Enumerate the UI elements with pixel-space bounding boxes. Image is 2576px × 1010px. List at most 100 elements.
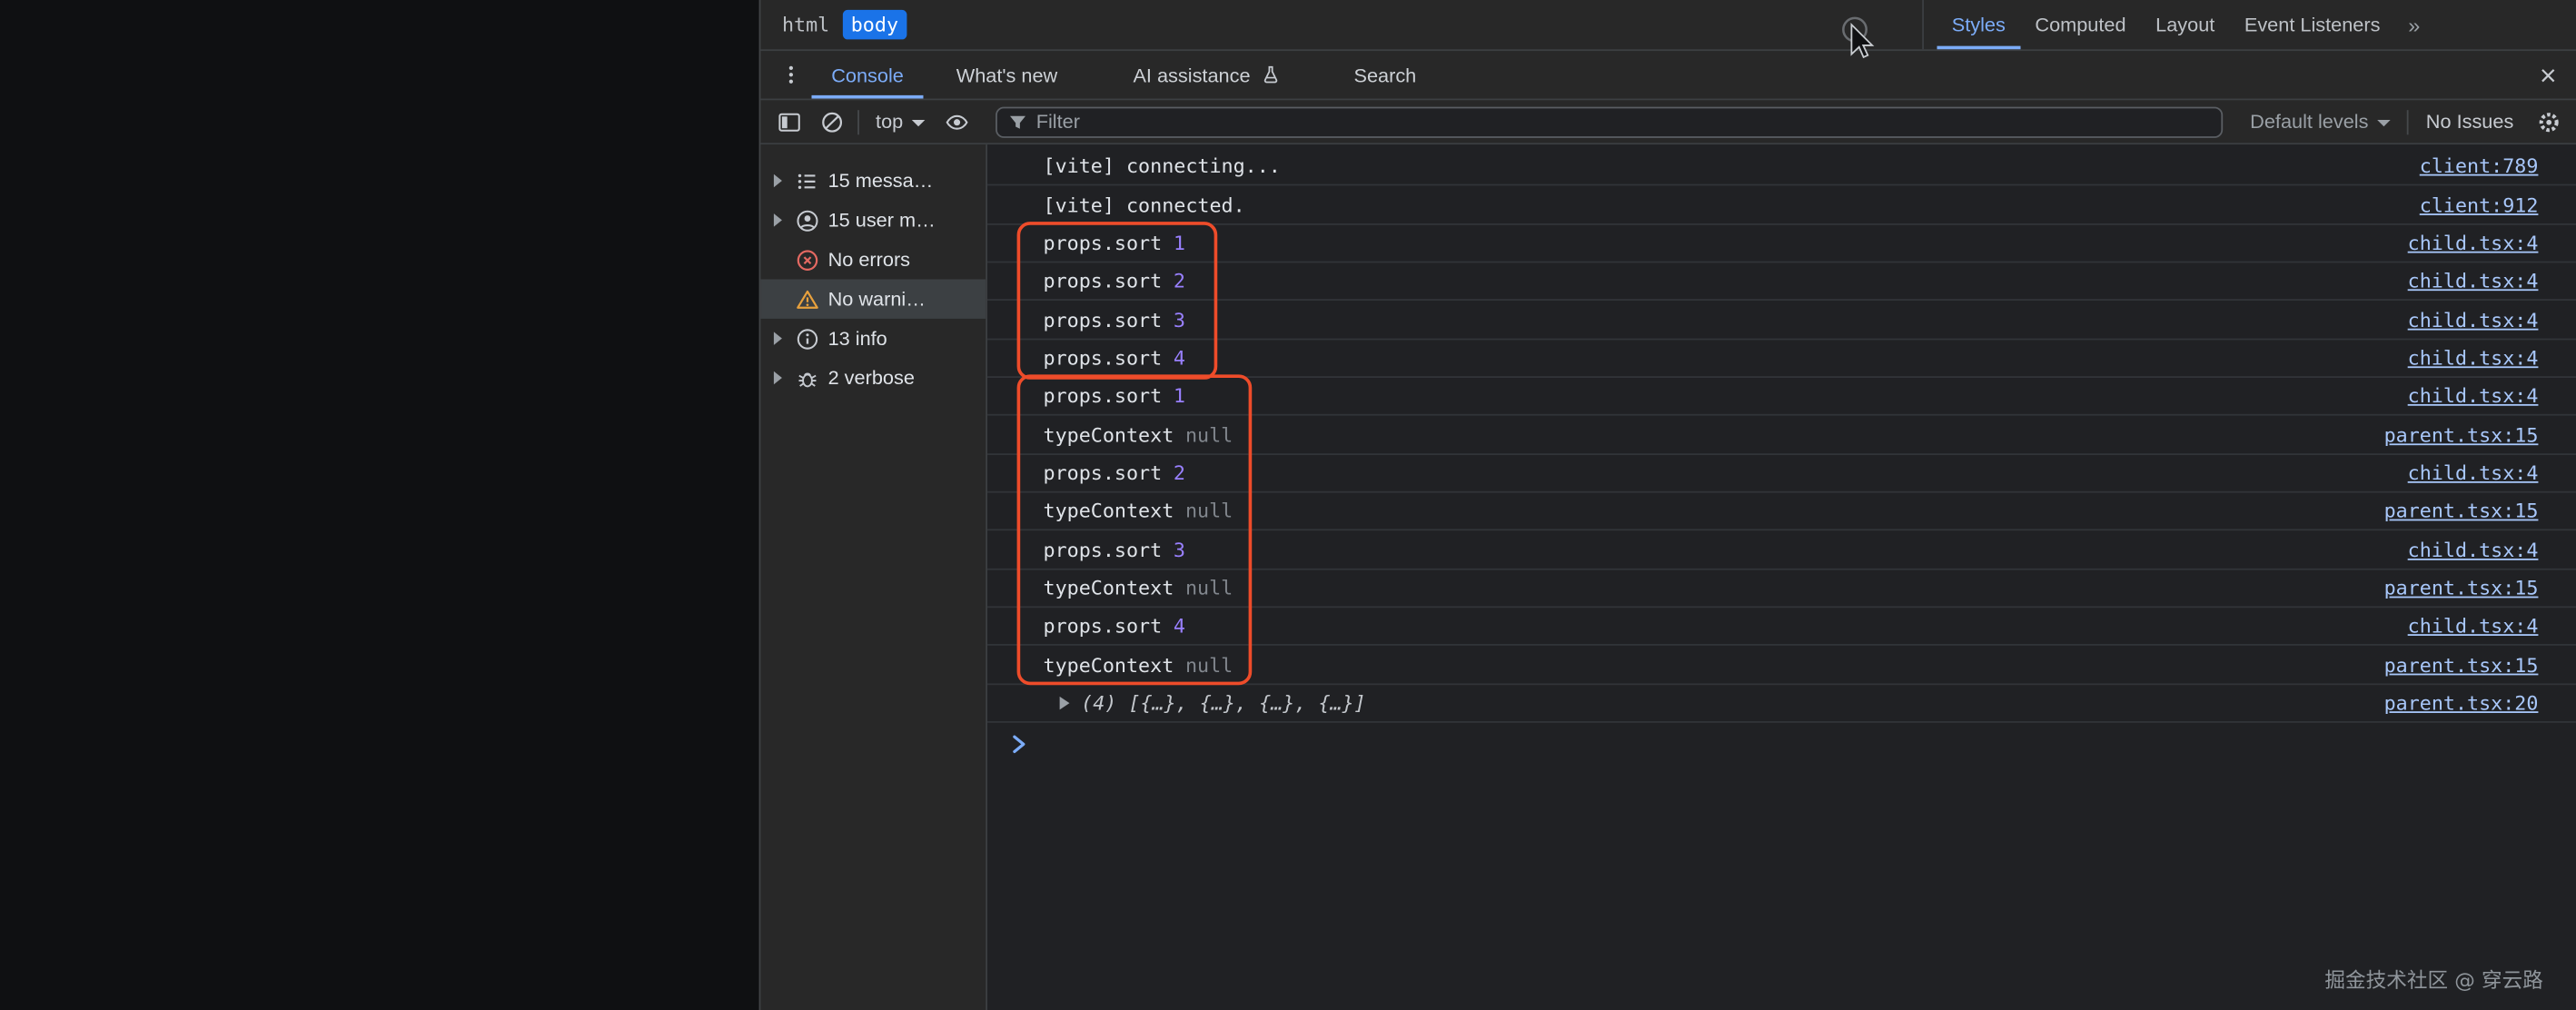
devtools-panel: html body Styles Computed Layout Event L… — [759, 0, 2576, 1010]
message-text-part: 2 — [1174, 270, 1185, 292]
bug-icon — [795, 365, 819, 390]
tab-search[interactable]: Search — [1334, 51, 1436, 98]
gear-icon — [2536, 109, 2561, 134]
source-link[interactable]: child.tsx:4 — [2408, 346, 2539, 369]
message-text-part: 3 — [1174, 539, 1185, 561]
console-toolbar: top Default levels No Issues — [760, 100, 2576, 144]
elements-sidebar-tabs: Styles Computed Layout Event Listeners » — [1922, 0, 2576, 49]
error-icon — [795, 247, 819, 272]
message-text-part: props.sort — [1044, 270, 1163, 292]
sidebar-item-label: 15 user m… — [828, 209, 936, 232]
funnel-icon — [1006, 111, 1028, 133]
message-list: [vite] connecting...client:789[vite] con… — [987, 144, 2576, 723]
message-content: props.sort2 — [1044, 461, 1185, 484]
tabs-overflow-icon[interactable]: » — [2395, 0, 2433, 49]
tab-computed[interactable]: Computed — [2020, 0, 2141, 49]
console-sidebar-toggle-button[interactable] — [768, 109, 810, 134]
console-message-row: props.sort4child.tsx:4 — [987, 608, 2576, 646]
eye-icon — [945, 109, 969, 134]
toolbar-separator — [857, 109, 859, 134]
console-sidebar-item[interactable]: 15 messa… — [760, 161, 986, 200]
console-message-row: typeContext null parent.tsx:15 — [987, 569, 2576, 608]
console-message-row: props.sort3 child.tsx:4 — [987, 531, 2576, 569]
source-link[interactable]: parent.tsx:20 — [2384, 691, 2539, 714]
context-selector[interactable]: top — [864, 110, 936, 133]
source-link[interactable]: child.tsx:4 — [2408, 461, 2539, 484]
live-expression-button[interactable] — [936, 109, 978, 134]
source-link[interactable]: client:912 — [2420, 193, 2539, 216]
console-sidebar-item[interactable]: 2 verbose — [760, 358, 986, 397]
source-link[interactable]: parent.tsx:15 — [2384, 500, 2539, 522]
tab-whats-new-label: What's new — [956, 64, 1058, 86]
message-content: typeContextnull — [1044, 423, 1234, 446]
drawer-tabbar: Console What's new AI assistance Search — [760, 51, 2576, 100]
drawer-menu-button[interactable] — [768, 51, 811, 98]
prompt-chevron-icon — [1012, 735, 1026, 755]
message-content: props.sort4 — [1044, 346, 1185, 369]
tab-layout[interactable]: Layout — [2141, 0, 2230, 49]
sidebar-item-label: 2 verbose — [828, 366, 915, 389]
console-message-row: [vite] connecting... client:789 — [987, 148, 2576, 186]
clear-console-button[interactable] — [810, 109, 853, 134]
console-sidebar-item[interactable]: 13 info — [760, 319, 986, 358]
source-link[interactable]: child.tsx:4 — [2408, 308, 2539, 331]
message-text-part: (4) [{…}, {…}, {…}, {…}] — [1081, 691, 1366, 714]
webpage-background — [0, 0, 759, 1010]
source-link[interactable]: child.tsx:4 — [2408, 270, 2539, 292]
message-content: [vite] connected. — [1044, 193, 1245, 216]
console-message-row: (4) [{…}, {…}, {…}, {…}] parent.tsx:20 — [987, 685, 2576, 723]
message-text-part: props.sort — [1044, 232, 1163, 254]
top-strip: html body Styles Computed Layout Event L… — [760, 0, 2576, 51]
console-message-row: props.sort4 child.tsx:4 — [987, 340, 2576, 378]
console-sidebar-item[interactable]: 15 user m… — [760, 201, 986, 240]
console-sidebar-item[interactable]: No errors — [760, 240, 986, 279]
issues-status[interactable]: No Issues — [2413, 110, 2526, 133]
expand-arrow-icon[interactable] — [1060, 697, 1070, 709]
console-sidebar-item[interactable]: No warni… — [760, 279, 986, 318]
source-link[interactable]: parent.tsx:15 — [2384, 577, 2539, 599]
tab-event-listeners[interactable]: Event Listeners — [2230, 0, 2395, 49]
console-message-row: props.sort2 child.tsx:4 — [987, 455, 2576, 493]
levels-selector[interactable]: Default levels — [2239, 110, 2402, 133]
toolbar-separator — [2406, 109, 2408, 134]
message-text-part: props.sort — [1044, 615, 1163, 638]
user-icon — [795, 208, 819, 233]
source-link[interactable]: client:789 — [2420, 154, 2539, 177]
breadcrumb-item-html[interactable]: html — [774, 10, 837, 40]
source-link[interactable]: child.tsx:4 — [2408, 539, 2539, 561]
message-text-part: null — [1185, 500, 1233, 522]
expand-arrow-icon[interactable] — [768, 213, 787, 226]
message-content: typeContextnull — [1044, 500, 1234, 522]
message-content: typeContext null — [1044, 577, 1234, 599]
breadcrumb-item-body[interactable]: body — [843, 10, 907, 40]
expand-arrow-icon[interactable] — [768, 174, 787, 187]
sidebar-item-label: No warni… — [828, 288, 926, 311]
message-text-part: [vite] connecting... — [1044, 154, 1281, 177]
tab-styles[interactable]: Styles — [1937, 0, 2020, 49]
message-text-part: typeContext — [1044, 577, 1174, 599]
expand-arrow-icon[interactable] — [768, 371, 787, 384]
message-content: props.sort3 — [1044, 539, 1185, 561]
source-link[interactable]: child.tsx:4 — [2408, 232, 2539, 254]
source-link[interactable]: parent.tsx:15 — [2384, 423, 2539, 446]
source-link[interactable]: child.tsx:4 — [2408, 385, 2539, 408]
message-text-part: null — [1185, 577, 1233, 599]
console-settings-button[interactable] — [2527, 109, 2570, 134]
source-link[interactable]: parent.tsx:15 — [2384, 653, 2539, 676]
console-message-row: props.sort3child.tsx:4 — [987, 302, 2576, 340]
close-icon — [2537, 64, 2560, 86]
source-link[interactable]: child.tsx:4 — [2408, 615, 2539, 638]
message-content: [vite] connecting... — [1044, 154, 1281, 177]
console-prompt[interactable] — [987, 723, 2576, 766]
message-text-part: 1 — [1174, 232, 1185, 254]
close-drawer-button[interactable] — [2527, 51, 2570, 98]
chevron-down-icon — [911, 119, 924, 125]
console-message-row: props.sort1child.tsx:4 — [987, 378, 2576, 416]
tab-console[interactable]: Console — [811, 51, 923, 98]
tab-ai-assistance[interactable]: AI assistance — [1114, 51, 1302, 98]
sidebar-item-label: No errors — [828, 248, 910, 271]
tab-whats-new[interactable]: What's new — [936, 51, 1077, 98]
expand-arrow-icon[interactable] — [768, 332, 787, 344]
filter-input[interactable] — [1036, 110, 2211, 133]
message-content: (4) [{…}, {…}, {…}, {…}] — [1044, 691, 1366, 714]
